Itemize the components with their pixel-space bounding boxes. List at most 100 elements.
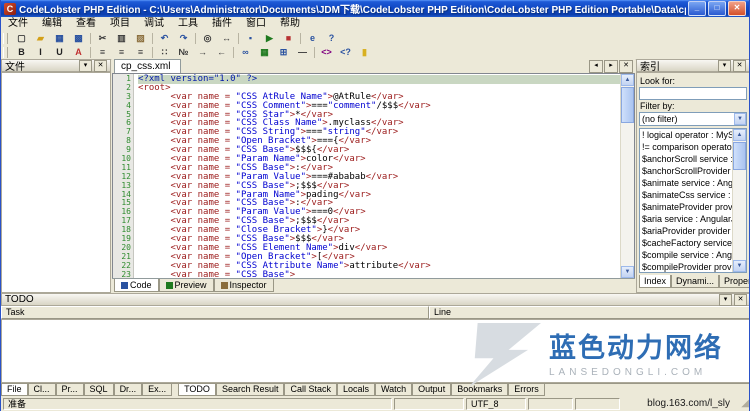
open-file-button[interactable]: ▰ [31, 31, 50, 46]
scroll-down-icon[interactable]: ▼ [621, 266, 634, 278]
index-list-item[interactable]: $animate service : AngularJS [640, 177, 734, 189]
preview-browser-button[interactable]: e [303, 31, 322, 46]
align-left-button[interactable]: ≡ [93, 45, 112, 60]
index-panel-tab-index[interactable]: Index [639, 275, 672, 288]
scroll-down-icon[interactable]: ▼ [733, 260, 746, 272]
menu-item-8[interactable]: 帮助 [273, 17, 307, 31]
index-list-item[interactable]: $ariaProvider provider : AngularJS [640, 225, 734, 237]
tab-scroll-right-icon[interactable]: ▸ [604, 60, 618, 73]
editor-tab-inspector[interactable]: Inspector [213, 279, 274, 292]
scroll-up-icon[interactable]: ▲ [733, 129, 746, 141]
save-all-button[interactable]: ▩ [69, 31, 88, 46]
index-list-item[interactable]: $animateProvider provider : AngularJS [640, 201, 734, 213]
panel-menu-icon[interactable]: ▾ [718, 59, 731, 72]
panel-tab-bookmarks[interactable]: Bookmarks [451, 384, 509, 396]
panel-tab-dr[interactable]: Dr... [113, 384, 143, 396]
save-file-button[interactable]: ▦ [50, 31, 69, 46]
indent-button[interactable]: → [193, 45, 212, 60]
index-panel-tab-proper[interactable]: Proper... [719, 275, 749, 288]
panel-close-icon[interactable]: ✕ [733, 59, 746, 72]
php-tag-button[interactable]: <? [336, 45, 355, 60]
code-content[interactable]: <?xml version="1.0" ?> <root> <var name =… [134, 74, 621, 278]
menu-item-6[interactable]: 插件 [205, 17, 239, 31]
paste-button[interactable]: ▨ [131, 31, 150, 46]
look-for-input[interactable] [639, 87, 747, 100]
index-list-scrollbar[interactable]: ▲ ▼ [732, 129, 746, 272]
editor-tab-code[interactable]: Code [114, 279, 159, 292]
tab-close-icon[interactable]: ✕ [619, 60, 633, 73]
scrollbar-thumb[interactable] [733, 142, 746, 170]
column-header-line[interactable]: Line [429, 306, 749, 319]
insert-image-button[interactable]: ▦ [255, 45, 274, 60]
new-file-button[interactable]: ▢ [12, 31, 31, 46]
panel-tab-ex[interactable]: Ex... [142, 384, 173, 396]
copy-button[interactable]: ▥ [112, 31, 131, 46]
resize-grip-icon[interactable]: ◢ [736, 397, 749, 410]
scrollbar-thumb[interactable] [621, 87, 634, 123]
index-list-item[interactable]: $animateCss service : AngularJS [640, 189, 734, 201]
menu-item-1[interactable]: 编辑 [35, 17, 69, 31]
stop-button[interactable]: ■ [279, 31, 298, 46]
index-list[interactable]: ! logical operator : MySQL!= comparison … [639, 128, 747, 273]
find-button[interactable]: ◎ [198, 31, 217, 46]
align-center-button[interactable]: ≡ [112, 45, 131, 60]
list-bullets-button[interactable]: ∷ [155, 45, 174, 60]
panel-close-icon[interactable]: ✕ [94, 59, 107, 72]
outdent-button[interactable]: ← [212, 45, 231, 60]
align-right-button[interactable]: ≡ [131, 45, 150, 60]
panel-tab-sql[interactable]: SQL [83, 384, 114, 396]
menu-item-7[interactable]: 窗口 [239, 17, 273, 31]
cut-button[interactable]: ✂ [93, 31, 112, 46]
panel-menu-icon[interactable]: ▾ [719, 293, 732, 306]
index-list-item[interactable]: $anchorScroll service : AngularJS [640, 153, 734, 165]
filter-dropdown[interactable]: (no filter) ▼ [639, 112, 747, 126]
menu-item-2[interactable]: 查看 [69, 17, 103, 31]
undo-button[interactable]: ↶ [155, 31, 174, 46]
column-header-task[interactable]: Task [1, 306, 429, 319]
index-list-item[interactable]: ! logical operator : MySQL [640, 129, 734, 141]
file-tree[interactable] [1, 72, 111, 293]
menu-item-5[interactable]: 工具 [171, 17, 205, 31]
insert-link-button[interactable]: ∞ [236, 45, 255, 60]
index-list-item[interactable]: $anchorScrollProvider provider : Angular… [640, 165, 734, 177]
index-list-item[interactable]: $cacheFactory service : AngularJS [640, 237, 734, 249]
code-editor[interactable]: 1 2 3 4 5 6 7 8 9 10 11 12 13 14 15 16 17 18 19 20 21 22 23 <?… [112, 73, 635, 279]
panel-tab-watch[interactable]: Watch [375, 384, 413, 396]
editor-vertical-scrollbar[interactable]: ▲ ▼ [620, 74, 634, 278]
html-tag-button[interactable]: <> [317, 45, 336, 60]
index-panel-tab-dynami[interactable]: Dynami... [671, 275, 720, 288]
index-list-item[interactable]: $aria service : AngularJS [640, 213, 734, 225]
replace-button[interactable]: ↔ [217, 31, 236, 46]
menu-item-0[interactable]: 文件 [1, 17, 35, 31]
bookmark-button[interactable]: ▪ [241, 31, 260, 46]
panel-tab-cl[interactable]: Cl... [27, 384, 56, 396]
tab-scroll-left-icon[interactable]: ◂ [589, 60, 603, 73]
panel-tab-todo[interactable]: TODO [178, 384, 216, 396]
panel-tab-errors[interactable]: Errors [508, 384, 545, 396]
document-tab[interactable]: cp_css.xml [114, 59, 182, 73]
panel-tab-search-result[interactable]: Search Result [215, 384, 285, 396]
index-list-item[interactable]: $compile service : AngularJS [640, 249, 734, 261]
panel-tab-call-stack[interactable]: Call Stack [284, 384, 337, 396]
index-list-item[interactable]: $compileProvider provider : AngularJS [640, 261, 734, 272]
highlight-color-button[interactable]: ▮ [355, 45, 374, 60]
editor-tab-preview[interactable]: Preview [158, 279, 214, 292]
toolbar-grip[interactable] [3, 32, 8, 44]
close-button[interactable]: ✕ [728, 1, 746, 16]
scroll-up-icon[interactable]: ▲ [621, 74, 634, 86]
panel-tab-pr[interactable]: Pr... [55, 384, 84, 396]
title-bar[interactable]: C CodeLobster PHP Edition - C:\Users\Adm… [1, 0, 749, 17]
chevron-down-icon[interactable]: ▼ [734, 113, 746, 125]
insert-table-button[interactable]: ⊞ [274, 45, 293, 60]
toolbar-grip[interactable] [3, 46, 8, 58]
panel-close-icon[interactable]: ✕ [734, 293, 747, 306]
todo-list[interactable] [1, 319, 749, 383]
panel-menu-icon[interactable]: ▾ [79, 59, 92, 72]
menu-item-3[interactable]: 项目 [103, 17, 137, 31]
code-line[interactable]: <?xml version="1.0" ?> [138, 75, 621, 84]
run-button[interactable]: ▶ [260, 31, 279, 46]
help-button[interactable]: ? [322, 31, 341, 46]
panel-tab-file[interactable]: File [1, 384, 28, 396]
minimize-button[interactable]: _ [688, 1, 706, 16]
menu-item-4[interactable]: 调试 [137, 17, 171, 31]
